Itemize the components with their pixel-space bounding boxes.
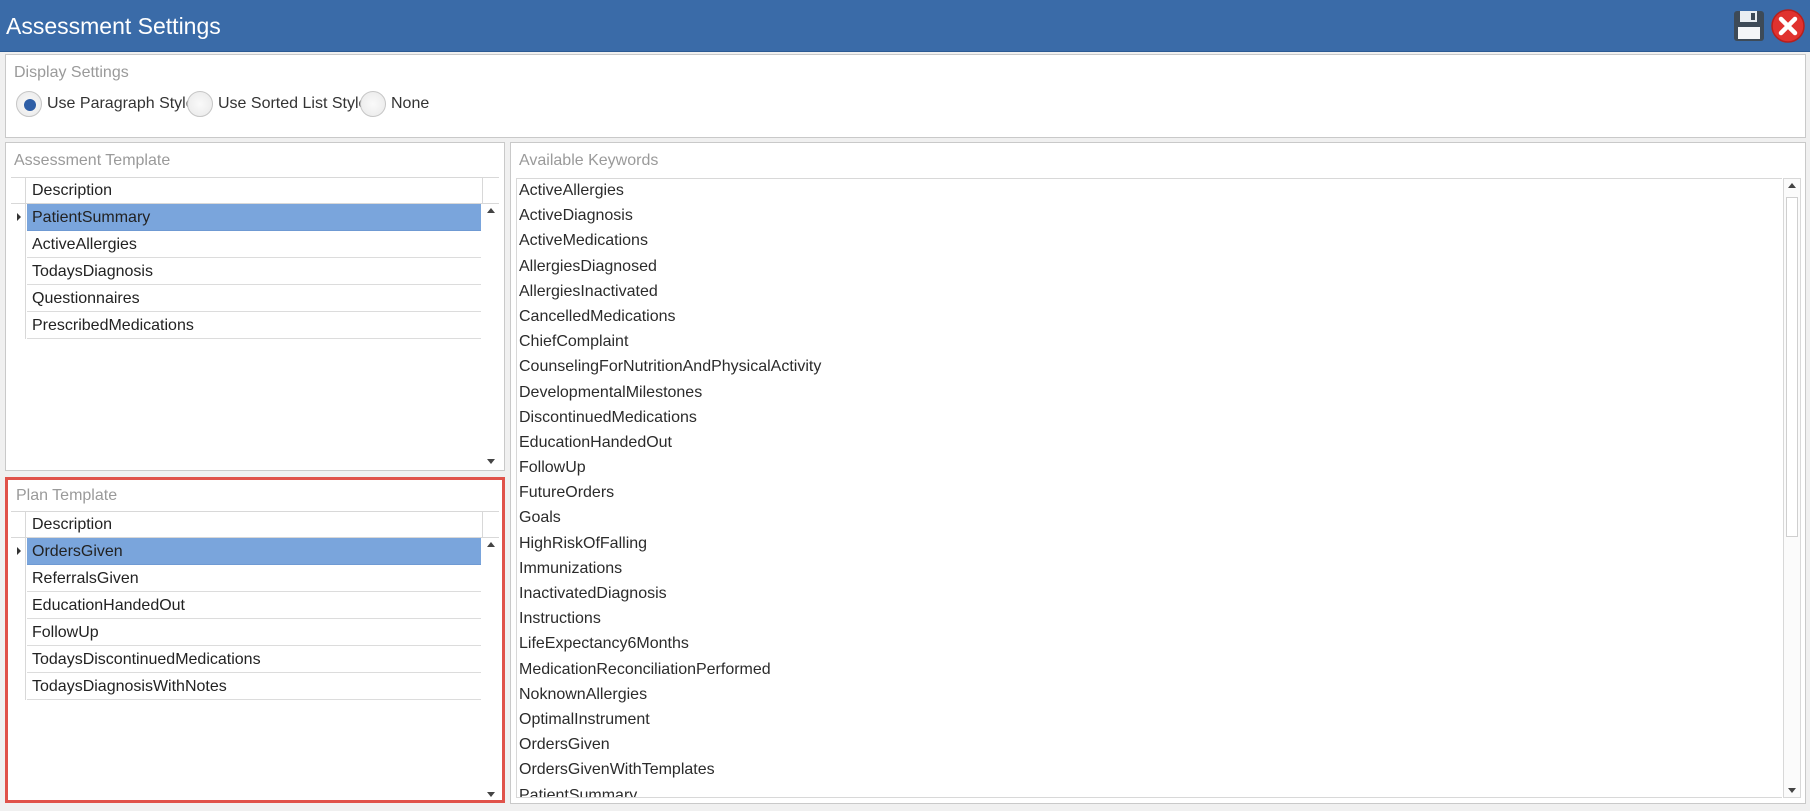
table-row[interactable]: PatientSummary (17, 204, 481, 231)
scroll-down-arrow-icon[interactable] (487, 792, 495, 797)
list-item[interactable]: Instructions (517, 607, 1782, 632)
table-row[interactable]: TodaysDiagnosisWithNotes (27, 673, 481, 700)
plan-rows: OrdersGiven ReferralsGiven EducationHand… (11, 538, 481, 700)
list-item[interactable]: PatientSummary (517, 784, 1782, 798)
row-description: ReferralsGiven (32, 570, 139, 587)
assessment-vertical-scrollbar[interactable] (483, 204, 499, 468)
column-divider (482, 512, 483, 538)
list-item[interactable]: OrdersGiven (517, 733, 1782, 758)
grid-header: Description (11, 512, 499, 538)
save-disk-icon (1734, 11, 1764, 41)
available-keywords-group: Available Keywords ActiveAllergies Activ… (510, 142, 1806, 804)
radio-paragraph-style[interactable]: Use Paragraph Style (16, 91, 195, 117)
assessment-rows: PatientSummary ActiveAllergies TodaysDia… (11, 204, 481, 339)
list-item[interactable]: InactivatedDiagnosis (517, 582, 1782, 607)
list-item[interactable]: ActiveAllergies (517, 179, 1782, 204)
plan-template-group: Plan Template Description OrdersGiven Re… (5, 477, 505, 803)
row-indicator-header (11, 512, 26, 538)
current-row-arrow-icon (17, 213, 21, 221)
table-row[interactable]: ReferralsGiven (27, 565, 481, 592)
table-row[interactable]: TodaysDiagnosis (27, 258, 481, 285)
keyword-list[interactable]: ActiveAllergies ActiveDiagnosis ActiveMe… (516, 178, 1782, 798)
list-item[interactable]: ActiveDiagnosis (517, 204, 1782, 229)
scroll-up-arrow-icon[interactable] (1788, 183, 1796, 188)
list-item[interactable]: LifeExpectancy6Months (517, 632, 1782, 657)
scroll-up-arrow-icon[interactable] (487, 542, 495, 547)
save-button[interactable] (1731, 8, 1767, 44)
display-settings-label: Display Settings (14, 64, 129, 81)
list-item[interactable]: CounselingForNutritionAndPhysicalActivit… (517, 355, 1782, 380)
column-header-description[interactable]: Description (32, 516, 112, 534)
row-description: PatientSummary (32, 209, 151, 226)
plan-template-label: Plan Template (16, 487, 118, 504)
list-item[interactable]: ChiefComplaint (517, 330, 1782, 355)
row-description: Questionnaires (32, 290, 140, 307)
plan-template-grid: Description OrdersGiven ReferralsGiven E… (11, 511, 499, 799)
radio-label: Use Sorted List Style (218, 95, 368, 112)
column-divider (482, 178, 483, 204)
scrollbar-thumb[interactable] (1786, 197, 1798, 537)
display-settings-group: Display Settings Use Paragraph Style Use… (5, 54, 1806, 138)
grid-header: Description (11, 178, 499, 204)
radio-indicator (187, 91, 213, 117)
list-item[interactable]: DiscontinuedMedications (517, 406, 1782, 431)
table-row[interactable]: EducationHandedOut (27, 592, 481, 619)
list-item[interactable]: NoknownAllergies (517, 683, 1782, 708)
row-description: FollowUp (32, 624, 99, 641)
radio-label: Use Paragraph Style (47, 95, 195, 112)
column-header-description[interactable]: Description (32, 182, 112, 200)
window-title: Assessment Settings (6, 13, 221, 39)
radio-sorted-list-style[interactable]: Use Sorted List Style (187, 91, 367, 117)
row-description: PrescribedMedications (32, 317, 194, 334)
keywords-vertical-scrollbar[interactable] (1783, 178, 1801, 798)
list-item[interactable]: AllergiesDiagnosed (517, 255, 1782, 280)
radio-label: None (391, 95, 430, 112)
table-row[interactable]: PrescribedMedications (27, 312, 481, 339)
radio-none[interactable]: None (360, 91, 429, 117)
table-row[interactable]: TodaysDiscontinuedMedications (27, 646, 481, 673)
list-item[interactable]: CancelledMedications (517, 305, 1782, 330)
table-row[interactable]: Questionnaires (27, 285, 481, 312)
table-row[interactable]: OrdersGiven (17, 538, 481, 565)
current-row-arrow-icon (17, 547, 21, 555)
row-description: TodaysDiscontinuedMedications (32, 651, 261, 668)
list-item[interactable]: FutureOrders (517, 481, 1782, 506)
scroll-down-arrow-icon[interactable] (1788, 788, 1796, 793)
list-item[interactable]: OrdersGivenWithTemplates (517, 758, 1782, 783)
list-item[interactable]: FollowUp (517, 456, 1782, 481)
list-item[interactable]: MedicationReconciliationPerformed (517, 658, 1782, 683)
list-item[interactable]: OptimalInstrument (517, 708, 1782, 733)
assessment-template-grid: Description PatientSummary ActiveAllergi… (11, 177, 499, 468)
title-bar: Assessment Settings (0, 0, 1810, 52)
row-description: TodaysDiagnosisWithNotes (32, 678, 227, 695)
radio-indicator (16, 91, 42, 117)
row-description: ActiveAllergies (32, 236, 137, 253)
scroll-up-arrow-icon[interactable] (487, 208, 495, 213)
table-row[interactable]: ActiveAllergies (27, 231, 481, 258)
list-item[interactable]: Goals (517, 506, 1782, 531)
list-item[interactable]: Immunizations (517, 557, 1782, 582)
radio-indicator (360, 91, 386, 117)
list-item[interactable]: ActiveMedications (517, 229, 1782, 254)
row-description: TodaysDiagnosis (32, 263, 153, 280)
assessment-template-label: Assessment Template (14, 152, 171, 169)
assessment-settings-window: Assessment Settings Display Settings Use… (0, 0, 1810, 811)
table-row[interactable]: FollowUp (27, 619, 481, 646)
available-keywords-label: Available Keywords (519, 152, 659, 169)
close-icon (1771, 9, 1805, 43)
close-button[interactable] (1770, 8, 1806, 44)
list-item[interactable]: EducationHandedOut (517, 431, 1782, 456)
row-description: OrdersGiven (32, 543, 123, 560)
list-item[interactable]: HighRiskOfFalling (517, 532, 1782, 557)
list-item[interactable]: DevelopmentalMilestones (517, 381, 1782, 406)
assessment-template-group: Assessment Template Description PatientS… (5, 142, 505, 471)
scroll-down-arrow-icon[interactable] (487, 459, 495, 464)
plan-vertical-scrollbar[interactable] (483, 538, 499, 799)
row-description: EducationHandedOut (32, 597, 185, 614)
row-indicator-header (11, 178, 26, 204)
list-item[interactable]: AllergiesInactivated (517, 280, 1782, 305)
